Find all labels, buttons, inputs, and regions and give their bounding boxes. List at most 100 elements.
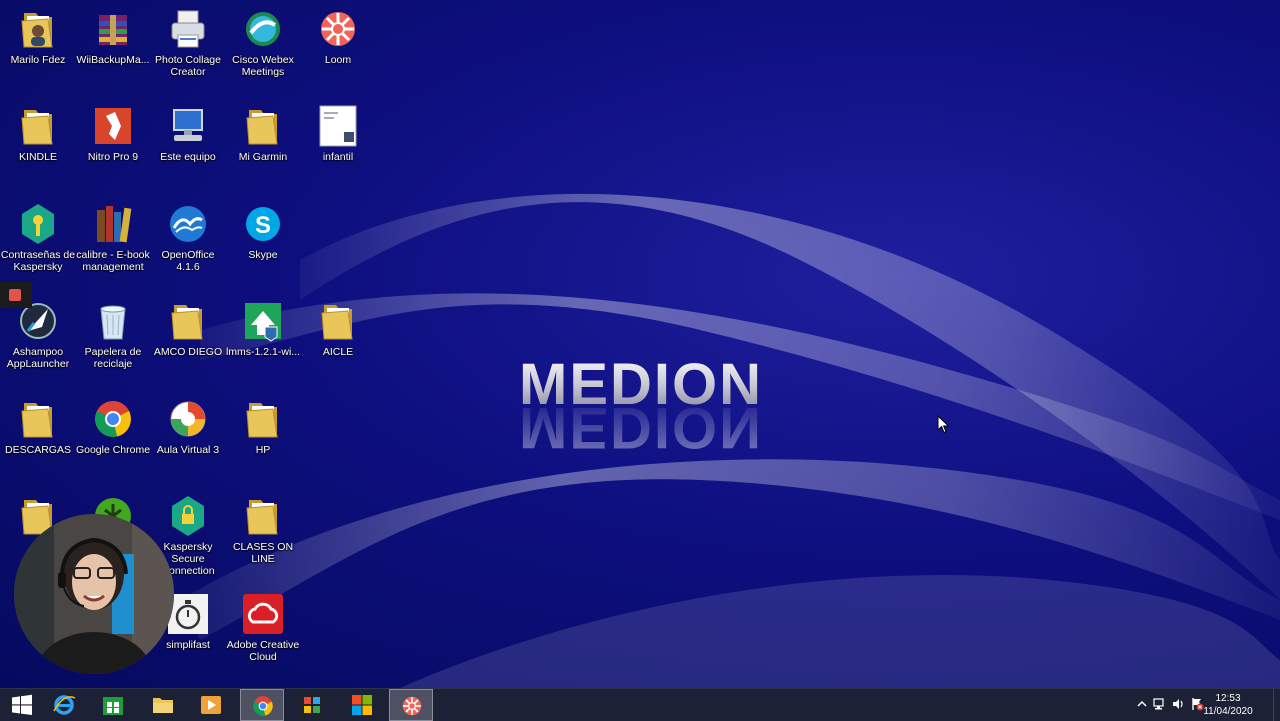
stopwatch-icon [168, 592, 208, 636]
desktop-icon-amco-diego[interactable]: AMCO DIEGO [150, 297, 226, 389]
folder-icon [243, 104, 283, 148]
openoffice-icon [168, 202, 208, 246]
store-button[interactable] [91, 689, 135, 721]
file-explorer-button[interactable] [141, 689, 185, 721]
taskbar-clock[interactable]: 12:53 11/04/2020 [1198, 692, 1258, 718]
vpn-shield-icon [168, 494, 208, 538]
store-icon [103, 697, 123, 715]
svg-text:S: S [255, 212, 271, 239]
chrome-icon [253, 696, 273, 716]
internet-explorer-button[interactable] [42, 689, 86, 721]
chrome-icon [93, 397, 133, 441]
desktop-icon-clases-on-line[interactable]: CLASES ON LINE [225, 492, 301, 584]
volume-icon[interactable] [1171, 697, 1185, 711]
nitro-pdf-icon [93, 104, 133, 148]
desktop-icon-label: WiiBackupMa... [76, 54, 150, 66]
desktop-icon-label: simplifast [166, 639, 210, 651]
recording-indicator[interactable] [0, 282, 32, 308]
recycle-bin-icon [93, 299, 133, 343]
desktop-icon-label: Mi Garmin [238, 151, 288, 163]
webcam-person-image [14, 514, 174, 674]
desktop-icon-kindle[interactable]: KINDLE [0, 102, 76, 194]
desktop-icon-google-chrome[interactable]: Google Chrome [75, 395, 151, 487]
desktop-icon-label: AICLE [322, 346, 354, 358]
installer-icon [243, 299, 283, 343]
photos-button[interactable] [290, 689, 334, 721]
desktop-icon-label: AMCO DIEGO [153, 346, 223, 358]
desktop-icon-cisco-webex-meetings[interactable]: Cisco Webex Meetings [225, 5, 301, 97]
show-desktop-button[interactable] [1273, 689, 1280, 721]
desktop-icon-lmms-1-2-1-wi[interactable]: lmms-1.2.1-wi... [225, 297, 301, 389]
desktop-icon-label: Contraseñas de Kaspersky [0, 249, 76, 273]
folder-icon [168, 299, 208, 343]
key-shield-icon [18, 202, 58, 246]
desktop-icon-descargas[interactable]: DESCARGAS [0, 395, 76, 487]
desktop-icon-label: Ashampoo AppLauncher [6, 346, 70, 370]
desktop-icon-calibre-e-book-management[interactable]: calibre - E-book management [75, 200, 151, 292]
desktop-icon-adobe-creative-cloud[interactable]: Adobe Creative Cloud [225, 590, 301, 682]
file-explorer-icon [153, 698, 173, 713]
user-folder-icon [18, 7, 58, 51]
desktop-icon-loom[interactable]: Loom [300, 5, 376, 97]
creative-cloud-icon [243, 592, 283, 636]
desktop-icon-contrase-as-de-kaspersky[interactable]: Contraseñas de Kaspersky [0, 200, 76, 292]
books-icon [93, 202, 133, 246]
desktop-icon-nitro-pro-9[interactable]: Nitro Pro 9 [75, 102, 151, 194]
desktop[interactable]: MEDION MEDION Marilo Fdez WiiBackupMa... P… [0, 0, 1280, 688]
office-button[interactable] [340, 689, 384, 721]
desktop-icon-label: Adobe Creative Cloud [226, 639, 300, 663]
show-hidden-icons-chevron-icon[interactable] [1135, 697, 1149, 711]
chrome-button[interactable] [240, 689, 284, 721]
desktop-icon-label: HP [255, 444, 271, 456]
webex-icon [243, 7, 283, 51]
desktop-icon-photo-collage-creator[interactable]: Photo Collage Creator [150, 5, 226, 97]
folder-icon [243, 397, 283, 441]
windows-icon [12, 694, 32, 715]
clock-date: 11/04/2020 [1203, 706, 1253, 717]
desktop-icon-label: Loom [324, 54, 352, 66]
desktop-icon-label: lmms-1.2.1-wi... [225, 346, 301, 358]
desktop-icon-marilo-fdez[interactable]: Marilo Fdez [0, 5, 76, 97]
desktop-icon-aicle[interactable]: AICLE [300, 297, 376, 389]
mouse-cursor-icon [937, 415, 950, 434]
aula-virtual-icon [168, 397, 208, 441]
medion-logo: MEDION MEDION [519, 352, 763, 460]
desktop-icon-label: KINDLE [19, 151, 57, 163]
desktop-icon-ashampoo-applauncher[interactable]: Ashampoo AppLauncher [0, 297, 76, 389]
svg-text:MEDION: MEDION [519, 395, 763, 460]
folder-icon [318, 299, 358, 343]
folder-icon [18, 397, 58, 441]
network-icon[interactable] [1152, 697, 1166, 711]
desktop-icon-label: Photo Collage Creator [155, 54, 221, 78]
taskbar: 12:53 11/04/2020 [0, 688, 1280, 721]
stop-recording-icon[interactable] [9, 289, 21, 301]
media-player-icon [201, 696, 221, 714]
loom-icon [318, 7, 358, 51]
media-player-button[interactable] [189, 689, 233, 721]
archive-icon [93, 7, 133, 51]
desktop-icon-openoffice-4-1-6[interactable]: OpenOffice 4.1.6 [150, 200, 226, 292]
start-button[interactable] [0, 689, 44, 721]
skype-icon: S [243, 202, 283, 246]
desktop-icon-hp[interactable]: HP [225, 395, 301, 487]
desktop-icon-este-equipo[interactable]: Este equipo [150, 102, 226, 194]
desktop-icon-label: calibre - E-book management [76, 249, 150, 273]
desktop-icon-infantil[interactable]: infantil [300, 102, 376, 194]
desktop-icon-label: Google Chrome [75, 444, 151, 456]
desktop-icon-aula-virtual-3[interactable]: Aula Virtual 3 [150, 395, 226, 487]
desktop-icon-wiibackupma[interactable]: WiiBackupMa... [75, 5, 151, 97]
webcam-bubble[interactable] [14, 514, 174, 674]
desktop-icon-papelera-de-reciclaje[interactable]: Papelera de reciclaje [75, 297, 151, 389]
office-icon [352, 695, 372, 715]
desktop-icon-label: Skype [248, 249, 278, 261]
desktop-icon-label: Aula Virtual 3 [156, 444, 220, 456]
desktop-icon-skype[interactable]: S Skype [225, 200, 301, 292]
desktop-icon-mi-garmin[interactable]: Mi Garmin [225, 102, 301, 194]
computer-icon [168, 104, 208, 148]
photos-icon [302, 695, 322, 715]
desktop-icon-label: Este equipo [160, 151, 216, 163]
printer-icon [168, 7, 208, 51]
desktop-icon-label: CLASES ON LINE [232, 541, 294, 565]
loom-button[interactable] [389, 689, 433, 721]
desktop-icon-label: OpenOffice 4.1.6 [161, 249, 215, 273]
